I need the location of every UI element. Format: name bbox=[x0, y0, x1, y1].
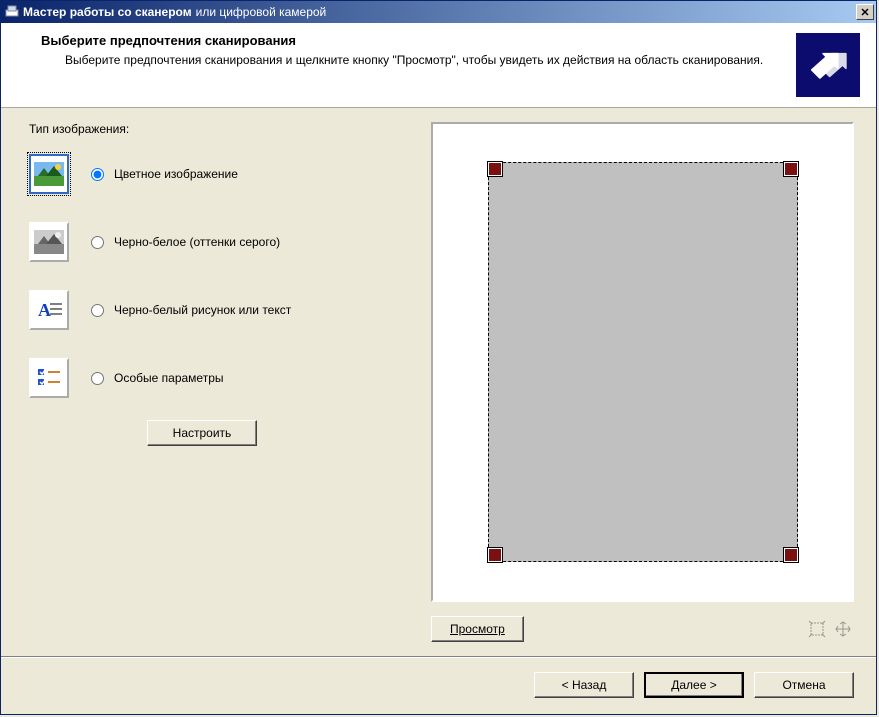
radio-color-input[interactable] bbox=[91, 168, 104, 181]
radio-bw-input[interactable] bbox=[91, 304, 104, 317]
handle-top-left[interactable] bbox=[488, 162, 502, 176]
radio-custom[interactable]: Особые параметры bbox=[91, 371, 224, 385]
bw-text-icon[interactable]: A bbox=[29, 290, 69, 330]
radio-gray[interactable]: Черно-белое (оттенки серого) bbox=[91, 235, 280, 249]
title-strong: Мастер работы со сканером bbox=[23, 5, 192, 19]
handle-bottom-right[interactable] bbox=[784, 548, 798, 562]
handle-top-right[interactable] bbox=[784, 162, 798, 176]
scanner-hero-icon bbox=[796, 33, 860, 97]
radio-color-label: Цветное изображение bbox=[114, 167, 238, 181]
option-color: Цветное изображение bbox=[29, 154, 399, 194]
preview-controls: Просмотр bbox=[431, 616, 854, 642]
handle-bottom-left[interactable] bbox=[488, 548, 502, 562]
radio-bw-label: Черно-белый рисунок или текст bbox=[114, 303, 291, 317]
radio-bw[interactable]: Черно-белый рисунок или текст bbox=[91, 303, 291, 317]
radio-custom-input[interactable] bbox=[91, 372, 104, 385]
back-button[interactable]: < Назад bbox=[534, 672, 634, 698]
option-gray: Черно-белое (оттенки серого) bbox=[29, 222, 399, 262]
close-icon: ✕ bbox=[860, 6, 869, 19]
preview-button[interactable]: Просмотр bbox=[431, 616, 524, 642]
option-custom: Особые параметры bbox=[29, 358, 399, 398]
group-label: Тип изображения: bbox=[29, 122, 399, 136]
header-description: Выберите предпочтения сканирования и щел… bbox=[65, 52, 784, 68]
title-rest: или цифровой камерой bbox=[196, 5, 327, 19]
preview-box bbox=[431, 122, 854, 602]
radio-color[interactable]: Цветное изображение bbox=[91, 167, 238, 181]
close-button[interactable]: ✕ bbox=[856, 4, 874, 20]
radio-custom-label: Особые параметры bbox=[114, 371, 224, 385]
custom-settings-icon[interactable] bbox=[29, 358, 69, 398]
content-area: Тип изображения: Цветное изображение Чер… bbox=[1, 108, 876, 650]
configure-button[interactable]: Настроить bbox=[147, 420, 257, 446]
next-button[interactable]: Далее > bbox=[644, 672, 744, 698]
option-bw: A Черно-белый рисунок или текст bbox=[29, 290, 399, 330]
cancel-button[interactable]: Отмена bbox=[754, 672, 854, 698]
zoom-fill-icon[interactable] bbox=[832, 618, 854, 640]
color-image-icon[interactable] bbox=[29, 154, 69, 194]
svg-text:A: A bbox=[38, 300, 51, 320]
footer: < Назад Далее > Отмена bbox=[1, 658, 876, 714]
header: Выберите предпочтения сканирования Выбер… bbox=[1, 23, 876, 108]
radio-gray-input[interactable] bbox=[91, 236, 104, 249]
titlebar: Мастер работы со сканером или цифровой к… bbox=[1, 1, 876, 23]
app-icon bbox=[5, 4, 19, 21]
preview-panel: Просмотр bbox=[431, 122, 854, 642]
preview-selection[interactable] bbox=[488, 162, 798, 562]
grayscale-image-icon[interactable] bbox=[29, 222, 69, 262]
zoom-fit-icon[interactable] bbox=[806, 618, 828, 640]
wizard-window: Мастер работы со сканером или цифровой к… bbox=[0, 0, 877, 715]
options-panel: Тип изображения: Цветное изображение Чер… bbox=[29, 122, 399, 642]
header-title: Выберите предпочтения сканирования bbox=[41, 33, 784, 48]
radio-gray-label: Черно-белое (оттенки серого) bbox=[114, 235, 280, 249]
